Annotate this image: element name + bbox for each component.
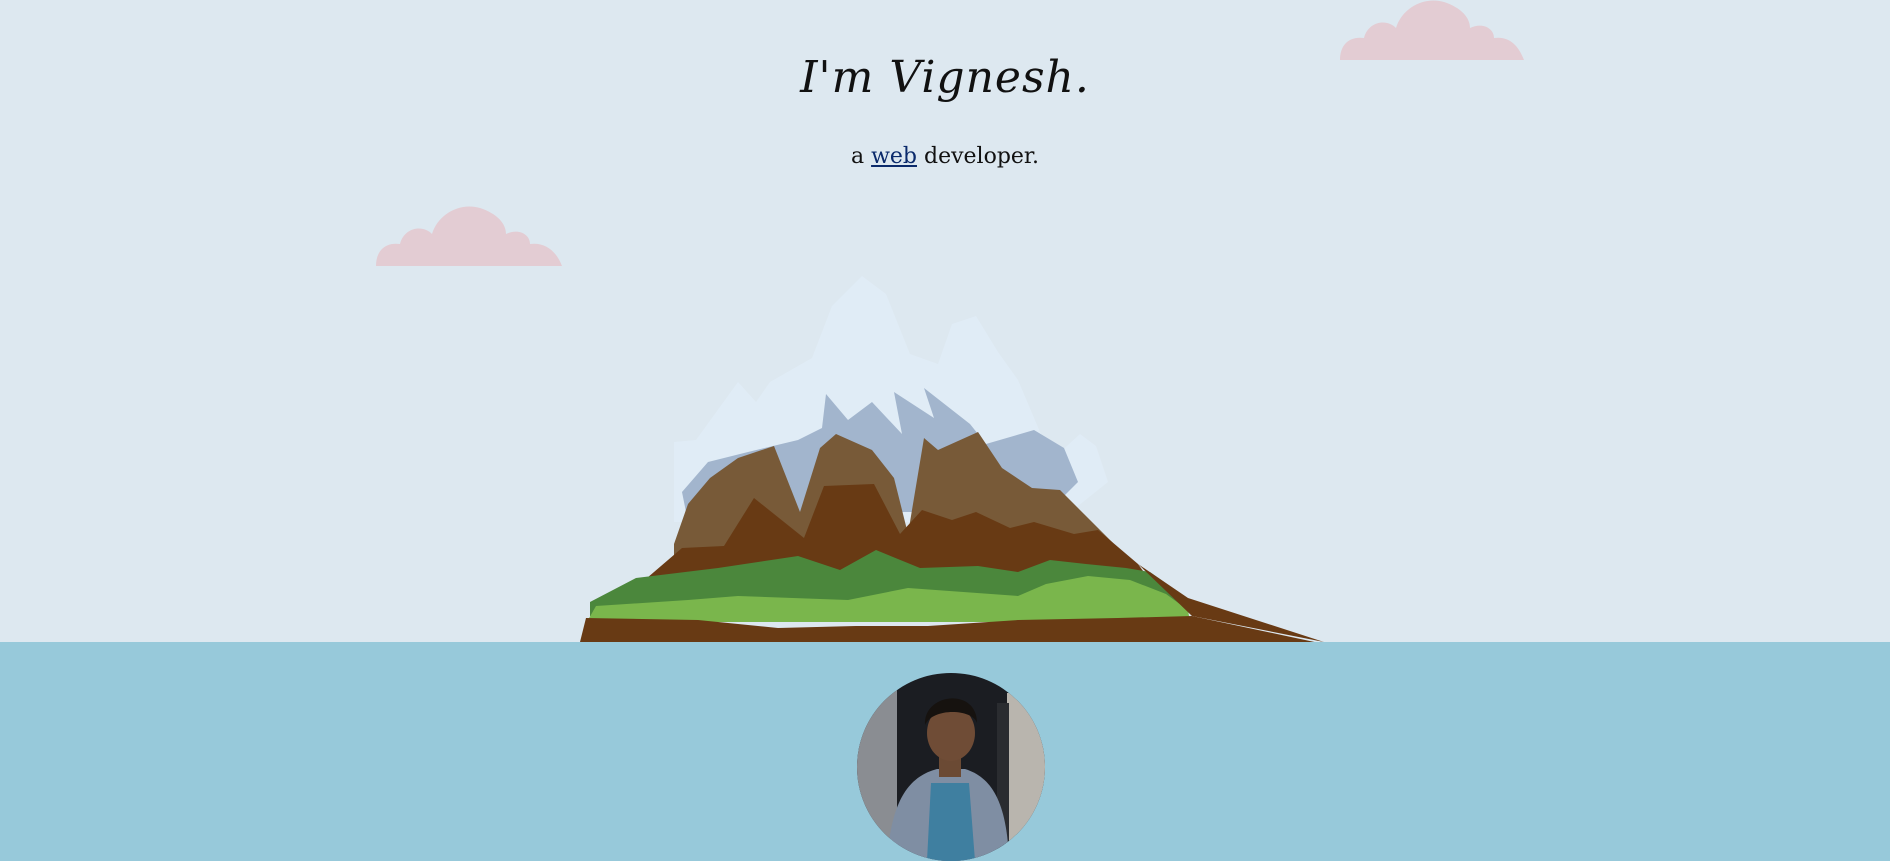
profile-photo: [857, 673, 1045, 861]
page-title: I'm Vignesh.: [800, 52, 1090, 103]
tagline-prefix: a: [850, 144, 872, 169]
tagline-suffix: developer.: [917, 144, 1040, 169]
profile-photo-avatar: [857, 673, 1045, 861]
cloud-icon: [376, 206, 562, 266]
mountain-island-icon: [580, 276, 1324, 642]
web-link[interactable]: web: [871, 144, 917, 169]
tagline: a web developer.: [0, 144, 1890, 169]
